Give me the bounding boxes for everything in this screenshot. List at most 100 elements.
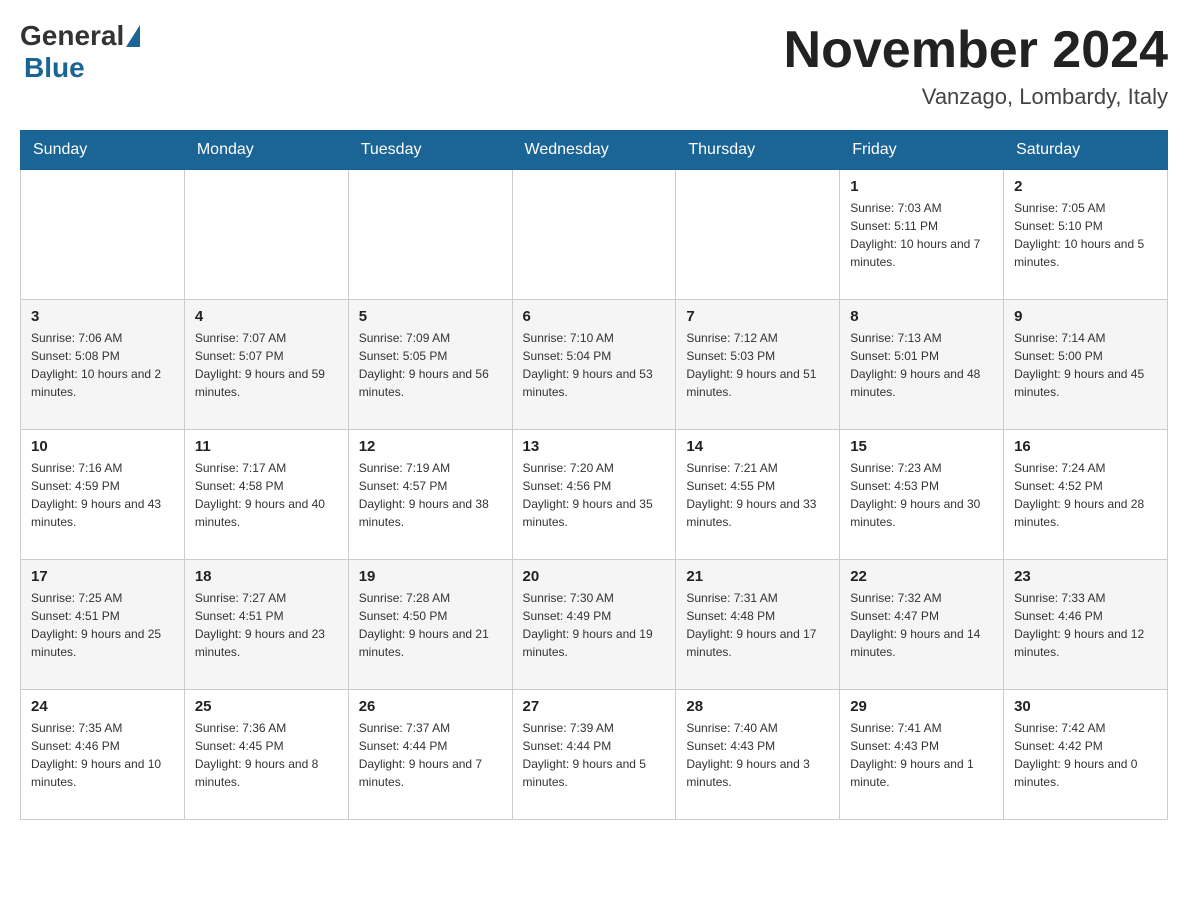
calendar-cell: 10 Sunrise: 7:16 AM Sunset: 4:59 PM Dayli… [21,430,185,560]
day-info: Sunrise: 7:37 AM Sunset: 4:44 PM Dayligh… [359,719,502,791]
weekday-header-wednesday: Wednesday [512,131,676,170]
day-number: 8 [850,308,993,325]
day-info: Sunrise: 7:07 AM Sunset: 5:07 PM Dayligh… [195,329,338,401]
day-info: Sunrise: 7:31 AM Sunset: 4:48 PM Dayligh… [686,589,829,661]
day-info: Sunrise: 7:17 AM Sunset: 4:58 PM Dayligh… [195,459,338,531]
day-info: Sunrise: 7:03 AM Sunset: 5:11 PM Dayligh… [850,199,993,271]
day-info: Sunrise: 7:42 AM Sunset: 4:42 PM Dayligh… [1014,719,1157,791]
logo-general-text: General [20,20,124,52]
day-info: Sunrise: 7:36 AM Sunset: 4:45 PM Dayligh… [195,719,338,791]
calendar-header: SundayMondayTuesdayWednesdayThursdayFrid… [21,131,1168,170]
calendar-cell: 28 Sunrise: 7:40 AM Sunset: 4:43 PM Dayli… [676,690,840,820]
calendar-cell: 14 Sunrise: 7:21 AM Sunset: 4:55 PM Dayli… [676,430,840,560]
calendar-cell [21,170,185,300]
day-number: 21 [686,568,829,585]
day-number: 18 [195,568,338,585]
day-info: Sunrise: 7:13 AM Sunset: 5:01 PM Dayligh… [850,329,993,401]
calendar-cell: 3Sunrise: 7:06 AM Sunset: 5:08 PM Daylig… [21,300,185,430]
calendar-cell: 27Sunrise: 7:39 AM Sunset: 4:44 PM Dayli… [512,690,676,820]
location-text: Vanzago, Lombardy, Italy [784,84,1168,110]
day-number: 9 [1014,308,1157,325]
day-info: Sunrise: 7:28 AM Sunset: 4:50 PM Dayligh… [359,589,502,661]
day-number: 5 [359,308,502,325]
calendar-week-2: 3Sunrise: 7:06 AM Sunset: 5:08 PM Daylig… [21,300,1168,430]
day-number: 25 [195,698,338,715]
calendar-week-3: 10 Sunrise: 7:16 AM Sunset: 4:59 PM Dayli… [21,430,1168,560]
day-info: Sunrise: 7:09 AM Sunset: 5:05 PM Dayligh… [359,329,502,401]
day-number: 11 [195,438,338,455]
day-info: Sunrise: 7:40 AM Sunset: 4:43 PM Dayligh… [686,719,829,791]
day-info: Sunrise: 7:05 AM Sunset: 5:10 PM Dayligh… [1014,199,1157,271]
weekday-header-friday: Friday [840,131,1004,170]
weekday-header-sunday: Sunday [21,131,185,170]
day-number: 16 [1014,438,1157,455]
calendar-cell: 15 Sunrise: 7:23 AM Sunset: 4:53 PM Dayli… [840,430,1004,560]
calendar-cell: 9Sunrise: 7:14 AM Sunset: 5:00 PM Daylig… [1004,300,1168,430]
day-info: Sunrise: 7:24 AM Sunset: 4:52 PM Dayligh… [1014,459,1157,531]
calendar-week-5: 24Sunrise: 7:35 AM Sunset: 4:46 PM Dayli… [21,690,1168,820]
day-info: Sunrise: 7:23 AM Sunset: 4:53 PM Dayligh… [850,459,993,531]
calendar-cell: 29 Sunrise: 7:41 AM Sunset: 4:43 PM Dayli… [840,690,1004,820]
calendar-cell: 18Sunrise: 7:27 AM Sunset: 4:51 PM Dayli… [184,560,348,690]
day-info: Sunrise: 7:25 AM Sunset: 4:51 PM Dayligh… [31,589,174,661]
logo: General Blue [20,20,142,84]
calendar-cell: 24Sunrise: 7:35 AM Sunset: 4:46 PM Dayli… [21,690,185,820]
calendar-cell: 20 Sunrise: 7:30 AM Sunset: 4:49 PM Dayli… [512,560,676,690]
calendar-table: SundayMondayTuesdayWednesdayThursdayFrid… [20,130,1168,820]
calendar-cell [676,170,840,300]
title-section: November 2024 Vanzago, Lombardy, Italy [784,20,1168,110]
weekday-row: SundayMondayTuesdayWednesdayThursdayFrid… [21,131,1168,170]
day-number: 3 [31,308,174,325]
calendar-cell: 6Sunrise: 7:10 AM Sunset: 5:04 PM Daylig… [512,300,676,430]
calendar-cell: 13Sunrise: 7:20 AM Sunset: 4:56 PM Dayli… [512,430,676,560]
calendar-cell: 22Sunrise: 7:32 AM Sunset: 4:47 PM Dayli… [840,560,1004,690]
day-number: 4 [195,308,338,325]
day-number: 15 [850,438,993,455]
calendar-cell: 30 Sunrise: 7:42 AM Sunset: 4:42 PM Dayli… [1004,690,1168,820]
weekday-header-saturday: Saturday [1004,131,1168,170]
calendar-cell: 19Sunrise: 7:28 AM Sunset: 4:50 PM Dayli… [348,560,512,690]
day-number: 10 [31,438,174,455]
day-number: 14 [686,438,829,455]
day-number: 24 [31,698,174,715]
calendar-cell: 8 Sunrise: 7:13 AM Sunset: 5:01 PM Daylig… [840,300,1004,430]
day-number: 17 [31,568,174,585]
month-title: November 2024 [784,20,1168,80]
calendar-cell: 2 Sunrise: 7:05 AM Sunset: 5:10 PM Daylig… [1004,170,1168,300]
day-number: 1 [850,178,993,195]
day-number: 20 [523,568,666,585]
calendar-cell: 26Sunrise: 7:37 AM Sunset: 4:44 PM Dayli… [348,690,512,820]
day-number: 27 [523,698,666,715]
day-number: 30 [1014,698,1157,715]
day-info: Sunrise: 7:30 AM Sunset: 4:49 PM Dayligh… [523,589,666,661]
day-info: Sunrise: 7:16 AM Sunset: 4:59 PM Dayligh… [31,459,174,531]
day-info: Sunrise: 7:12 AM Sunset: 5:03 PM Dayligh… [686,329,829,401]
calendar-cell: 4 Sunrise: 7:07 AM Sunset: 5:07 PM Daylig… [184,300,348,430]
calendar-cell: 11 Sunrise: 7:17 AM Sunset: 4:58 PM Dayli… [184,430,348,560]
day-number: 23 [1014,568,1157,585]
calendar-cell: 23 Sunrise: 7:33 AM Sunset: 4:46 PM Dayli… [1004,560,1168,690]
day-number: 22 [850,568,993,585]
calendar-cell: 1 Sunrise: 7:03 AM Sunset: 5:11 PM Daylig… [840,170,1004,300]
calendar-cell: 16 Sunrise: 7:24 AM Sunset: 4:52 PM Dayli… [1004,430,1168,560]
day-info: Sunrise: 7:33 AM Sunset: 4:46 PM Dayligh… [1014,589,1157,661]
day-number: 28 [686,698,829,715]
weekday-header-thursday: Thursday [676,131,840,170]
calendar-cell [184,170,348,300]
day-number: 6 [523,308,666,325]
calendar-cell: 7Sunrise: 7:12 AM Sunset: 5:03 PM Daylig… [676,300,840,430]
calendar-cell: 5 Sunrise: 7:09 AM Sunset: 5:05 PM Daylig… [348,300,512,430]
weekday-header-monday: Monday [184,131,348,170]
logo-blue-text: Blue [24,52,85,83]
calendar-week-1: 1 Sunrise: 7:03 AM Sunset: 5:11 PM Daylig… [21,170,1168,300]
day-number: 29 [850,698,993,715]
calendar-cell [348,170,512,300]
day-info: Sunrise: 7:20 AM Sunset: 4:56 PM Dayligh… [523,459,666,531]
day-info: Sunrise: 7:41 AM Sunset: 4:43 PM Dayligh… [850,719,993,791]
day-info: Sunrise: 7:21 AM Sunset: 4:55 PM Dayligh… [686,459,829,531]
day-number: 2 [1014,178,1157,195]
calendar-cell: 21 Sunrise: 7:31 AM Sunset: 4:48 PM Dayli… [676,560,840,690]
calendar-cell: 12Sunrise: 7:19 AM Sunset: 4:57 PM Dayli… [348,430,512,560]
calendar-week-4: 17 Sunrise: 7:25 AM Sunset: 4:51 PM Dayli… [21,560,1168,690]
day-info: Sunrise: 7:19 AM Sunset: 4:57 PM Dayligh… [359,459,502,531]
